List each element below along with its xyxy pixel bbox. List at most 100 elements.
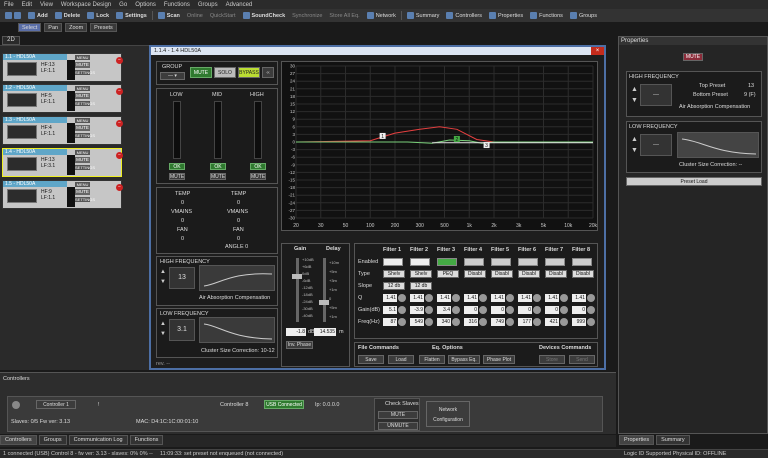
device-mute-button[interactable]: MUTE <box>75 189 90 195</box>
filter-gain-input[interactable]: -3.9 <box>410 306 424 314</box>
filter-type-select[interactable]: Disabl <box>572 270 594 278</box>
eq-graph[interactable]: 30 27 24 21 18 15 12 9 6 3 0 -3 -6 -9 -12 -15 -18 -21 -24-… <box>281 61 598 231</box>
online-button[interactable]: Online <box>185 10 205 21</box>
filter-enabled-checkbox[interactable] <box>437 258 457 266</box>
load-button[interactable]: Load <box>388 355 414 364</box>
device-canvas[interactable]: 1.1 - HDL50A HF:13 LF:1.1 MENU MUTE SETTI… <box>0 45 150 370</box>
properties-button[interactable]: Properties <box>487 10 525 21</box>
filter-type-select[interactable]: Shelv <box>383 270 405 278</box>
bypass-eq-button[interactable]: Bypass Eq. <box>448 355 480 364</box>
device-mute-button[interactable]: MUTE <box>75 93 90 99</box>
filter-q-input[interactable]: 1.41 <box>545 294 559 302</box>
props-hf-stepper-icon[interactable]: ▲ ▼ <box>631 84 638 106</box>
filter-enabled-checkbox[interactable] <box>383 258 403 266</box>
device-menu-button[interactable]: MENU <box>75 55 90 60</box>
filter-type-select[interactable]: Shelv <box>410 270 432 278</box>
phase-plot-button[interactable]: Phase Plot <box>483 355 515 364</box>
quickstart-button[interactable]: QuickStart <box>208 10 238 21</box>
device-mute-button[interactable]: MUTE <box>75 62 90 68</box>
filter-enabled-checkbox[interactable] <box>464 258 484 266</box>
menu-go[interactable]: Go <box>119 2 127 8</box>
scan-button[interactable]: Scan <box>156 10 182 21</box>
more-button[interactable]: ‹‹ <box>262 67 274 78</box>
filter-type-select[interactable]: PEQ <box>437 270 459 278</box>
filter-freq-input[interactable]: 177 <box>518 318 532 326</box>
filter-type-select[interactable]: Disabl <box>491 270 513 278</box>
filter-q-input[interactable]: 1.41 <box>518 294 532 302</box>
filter-enabled-checkbox[interactable] <box>518 258 538 266</box>
device-settings-button[interactable]: SETTINGS <box>75 197 95 202</box>
filter-freq-input[interactable]: 316 <box>464 318 478 326</box>
filter-q-knob[interactable] <box>479 294 487 302</box>
filter-freq-input[interactable]: 87 <box>383 318 397 326</box>
group-select[interactable]: — ▾ <box>160 72 185 80</box>
filter-type-select[interactable]: Disabl <box>545 270 567 278</box>
presets-tool[interactable]: Presets <box>90 23 117 32</box>
filter-enabled-checkbox[interactable] <box>572 258 592 266</box>
controllers-button[interactable]: Controllers <box>444 10 484 21</box>
preset-load-button[interactable]: Preset Load <box>626 177 762 186</box>
menu-workspace-design[interactable]: Workspace Design <box>61 2 111 8</box>
delay-input[interactable]: 14.535 <box>314 328 336 336</box>
filter-q-knob[interactable] <box>425 294 433 302</box>
device-settings-button[interactable]: SETTINGS <box>75 70 95 75</box>
add-button[interactable]: Add <box>26 10 50 21</box>
filter-q-input[interactable]: 1.41 <box>383 294 397 302</box>
filter-freq-knob[interactable] <box>452 318 460 326</box>
filter-freq-knob[interactable] <box>587 318 595 326</box>
filter-gain-knob[interactable] <box>587 306 595 314</box>
high-mute-button[interactable]: MUTE <box>250 173 266 180</box>
filter-enabled-checkbox[interactable] <box>491 258 511 266</box>
settings-button[interactable]: Settings <box>114 10 149 21</box>
device-menu-button[interactable]: MENU <box>75 86 90 91</box>
device-settings-button[interactable]: SETTINGS <box>75 133 95 138</box>
filter-q-knob[interactable] <box>533 294 541 302</box>
filter-q-input[interactable]: 1.41 <box>572 294 586 302</box>
device-card-selected[interactable]: 1.4 - HDL50A HF:13 LF:3.1 MENU MUTE SETTI… <box>2 148 123 177</box>
device-menu-button[interactable]: MENU <box>75 150 90 155</box>
filter-freq-knob[interactable] <box>560 318 568 326</box>
filter-gain-input[interactable]: 0 <box>572 306 586 314</box>
filter-enabled-checkbox[interactable] <box>545 258 565 266</box>
device-mute-button[interactable]: MUTE <box>75 157 90 163</box>
filter-gain-input[interactable]: 0 <box>464 306 478 314</box>
filter-gain-knob[interactable] <box>506 306 514 314</box>
gain-input[interactable]: -1.8 <box>286 328 306 336</box>
device-settings-button[interactable]: SETTINGS <box>75 165 95 170</box>
synchronize-button[interactable]: Synchronize <box>290 10 324 21</box>
filter-gain-knob[interactable] <box>479 306 487 314</box>
filter-freq-input[interactable]: 421 <box>545 318 559 326</box>
send-button[interactable]: Send <box>569 355 595 364</box>
filter-q-input[interactable]: 1.41 <box>410 294 424 302</box>
open-icon[interactable] <box>5 12 12 19</box>
filter-type-select[interactable]: Disabl <box>518 270 540 278</box>
filter-gain-knob[interactable] <box>425 306 433 314</box>
filter-freq-input[interactable]: 999 <box>572 318 586 326</box>
filter-gain-knob[interactable] <box>398 306 406 314</box>
filter-q-input[interactable]: 1.41 <box>437 294 451 302</box>
groups-button[interactable]: Groups <box>568 10 599 21</box>
lock-button[interactable]: Lock <box>85 10 111 21</box>
network-button[interactable]: Network <box>365 10 398 21</box>
solo-button[interactable]: SOLO <box>214 67 236 78</box>
pan-tool[interactable]: Pan <box>44 23 63 32</box>
controller-select[interactable]: Controller 1 <box>36 400 76 409</box>
summary-button[interactable]: Summary <box>405 10 442 21</box>
filter-freq-input[interactable]: 749 <box>491 318 505 326</box>
low-mute-button[interactable]: MUTE <box>169 173 185 180</box>
filter-enabled-checkbox[interactable] <box>410 258 430 266</box>
tab-properties[interactable]: Properties <box>619 435 655 445</box>
tab-functions[interactable]: Functions <box>129 435 164 445</box>
select-tool[interactable]: Select <box>18 23 42 32</box>
store-button[interactable]: Store <box>539 355 565 364</box>
filter-gain-knob[interactable] <box>452 306 460 314</box>
device-remove-icon[interactable]: − <box>116 152 123 159</box>
filter-q-input[interactable]: 1.41 <box>464 294 478 302</box>
tab-controllers[interactable]: Controllers <box>0 435 37 445</box>
filter-gain-input[interactable]: 5.1 <box>383 306 397 314</box>
device-menu-button[interactable]: MENU <box>75 118 90 123</box>
close-icon[interactable]: × <box>591 47 604 55</box>
device-menu-button[interactable]: MENU <box>75 182 90 187</box>
tab-summary[interactable]: Summary <box>656 435 690 445</box>
store-all-eq-button[interactable]: Store All Eq. <box>327 10 361 21</box>
